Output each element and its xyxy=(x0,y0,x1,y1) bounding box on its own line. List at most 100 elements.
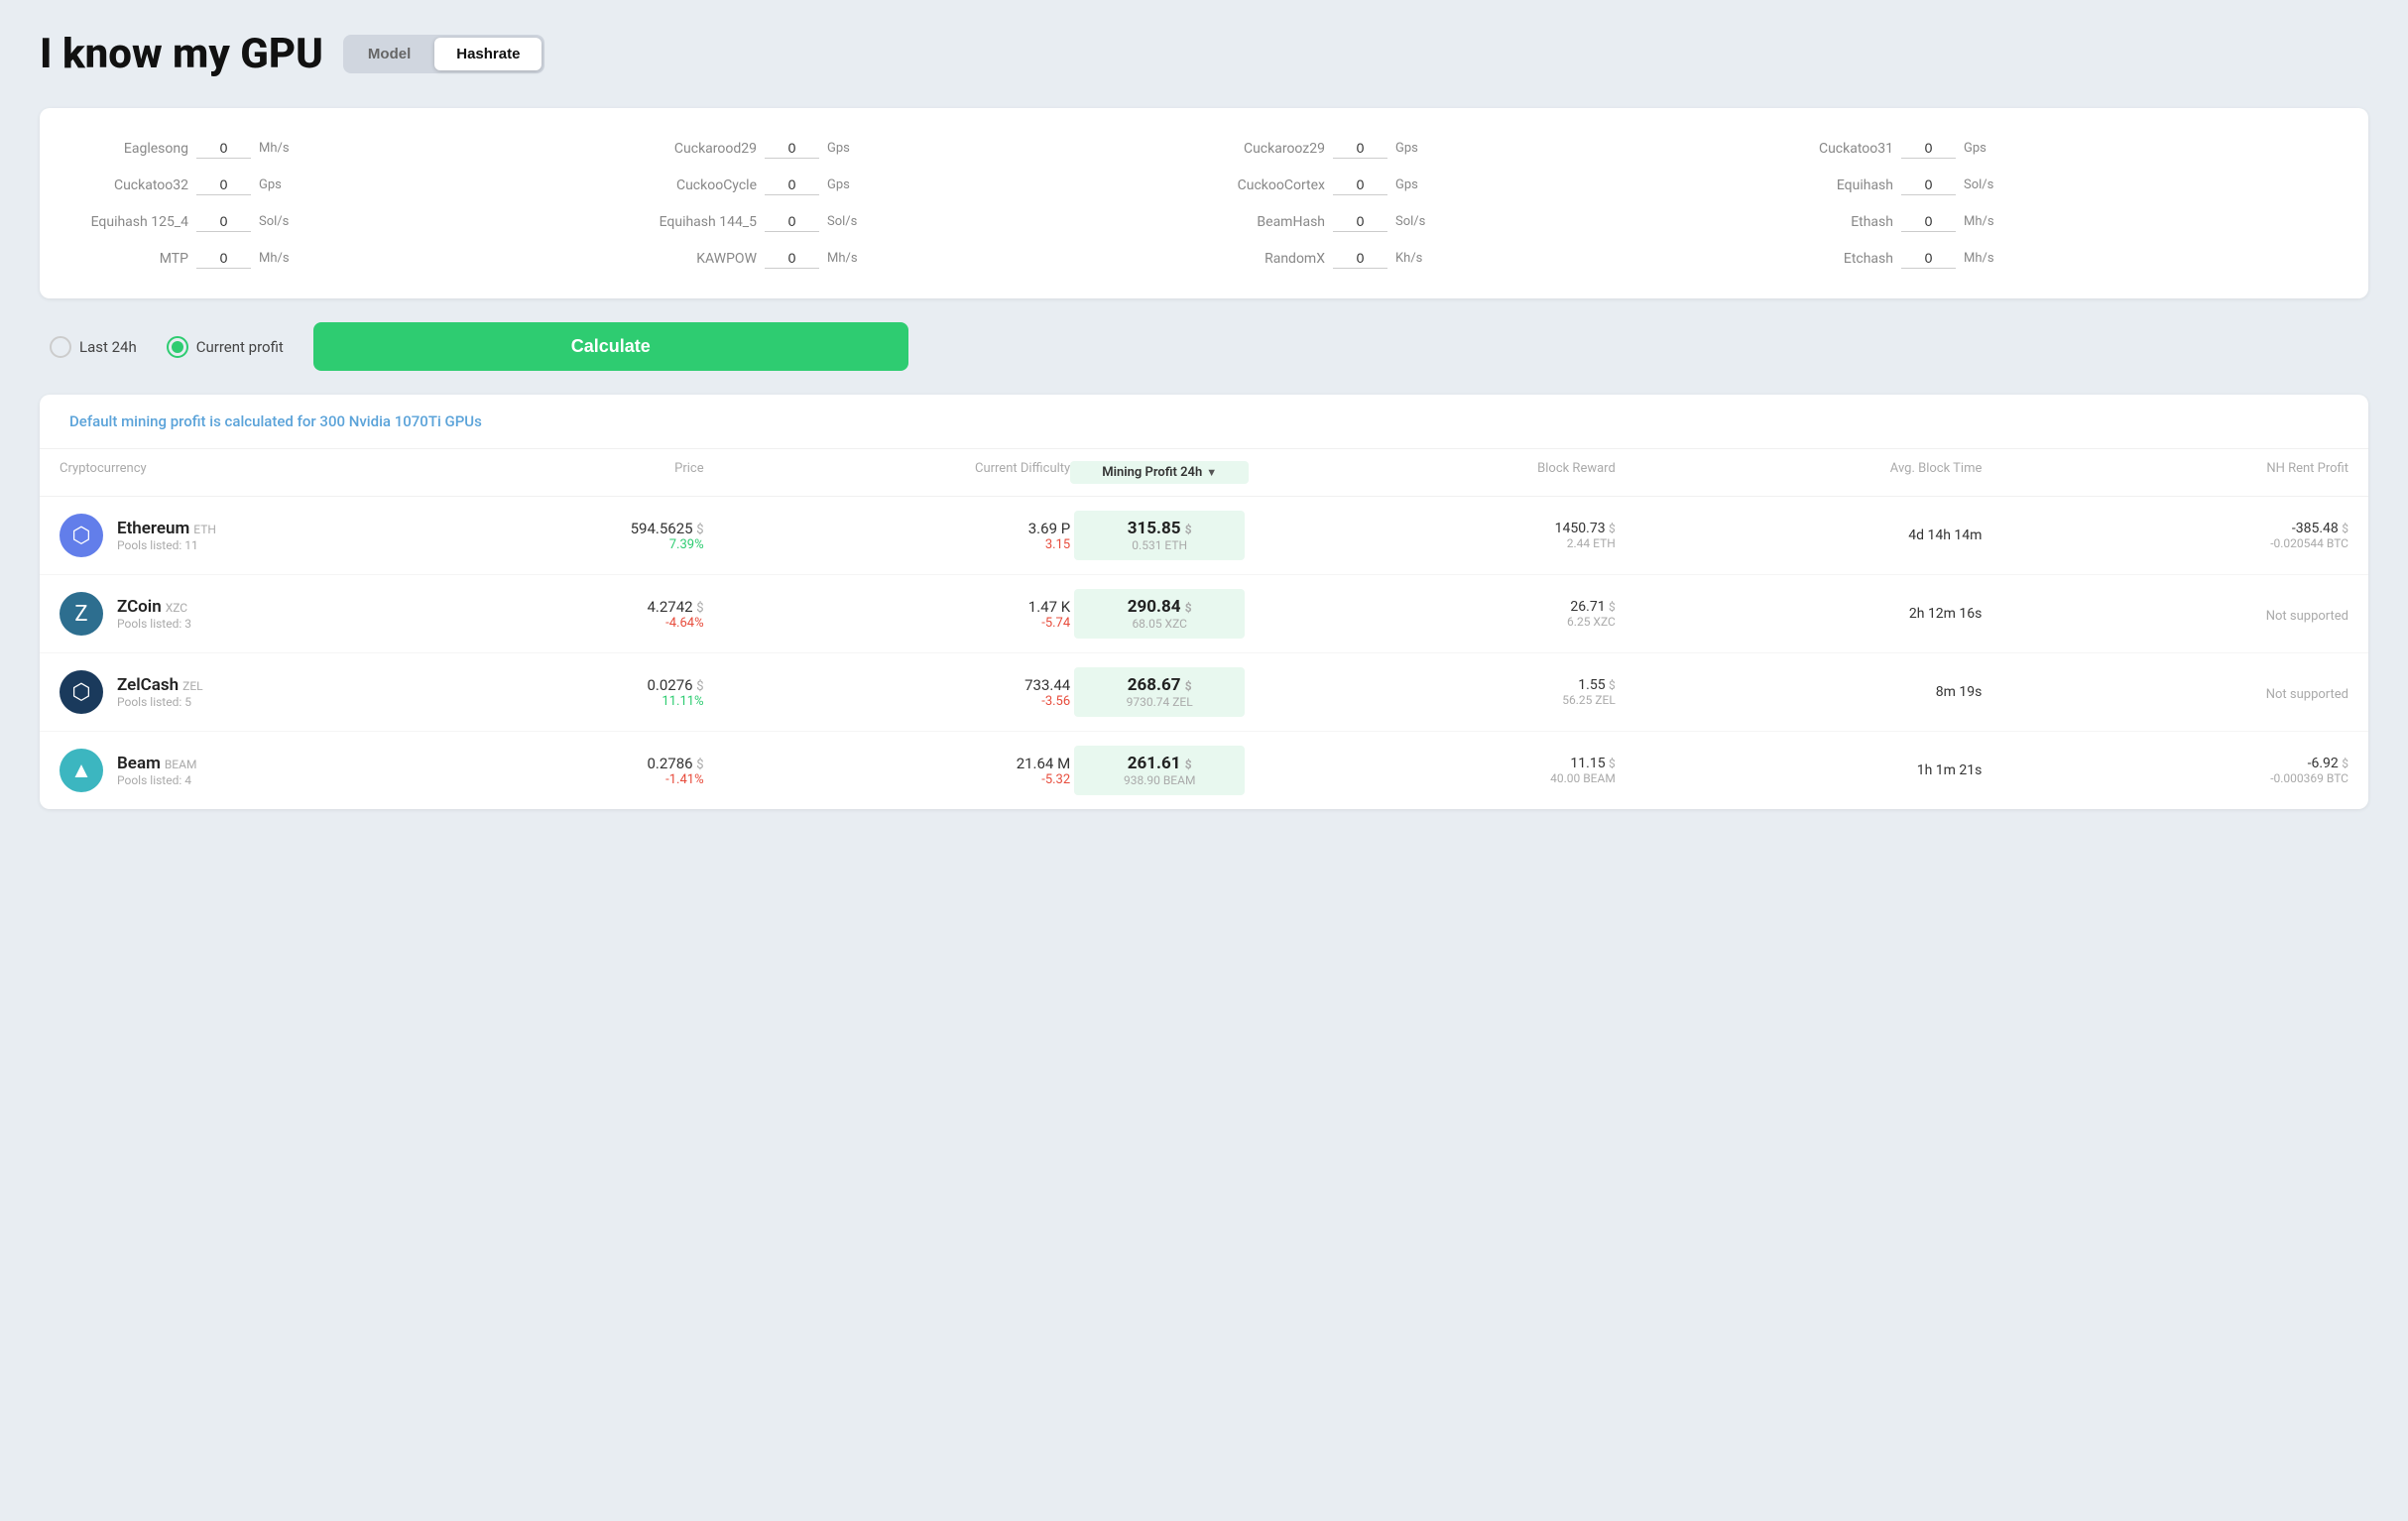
nh-sub-value: -0.020544 BTC xyxy=(1982,536,2348,550)
hashrate-label: Equihash 144_5 xyxy=(648,214,757,230)
hashrate-row: Cuckarood29 Gps xyxy=(648,138,1192,159)
hashrate-input[interactable] xyxy=(196,175,251,195)
hashrate-input[interactable] xyxy=(765,211,819,232)
nh-cell: -6.92 $ -0.000369 BTC xyxy=(1982,756,2348,785)
hashrate-input[interactable] xyxy=(1901,211,1956,232)
crypto-name: ZelCash ZEL xyxy=(117,675,203,695)
profit-sub: 9730.74 ZEL xyxy=(1084,695,1235,709)
table-row: Z ZCoin XZC Pools listed: 3 4.2742 $ -4.… xyxy=(40,575,2368,653)
hashrate-row: Cuckatoo31 Gps xyxy=(1784,138,2329,159)
hashrate-input[interactable] xyxy=(196,248,251,269)
header-difficulty: Current Difficulty xyxy=(704,461,1071,484)
header-profit[interactable]: Mining Profit 24h ▼ xyxy=(1070,461,1249,484)
hashrate-label: Etchash xyxy=(1784,251,1893,267)
hashrate-unit: Sol/s xyxy=(1395,214,1425,229)
price-cell: 0.0276 $ 11.11% xyxy=(337,676,704,709)
results-panel: Default mining profit is calculated for … xyxy=(40,395,2368,809)
block-time-cell: 4d 14h 14m xyxy=(1616,527,1983,543)
profit-sub: 68.05 XZC xyxy=(1084,617,1235,631)
hashrate-input[interactable] xyxy=(765,138,819,159)
hashrate-unit: Gps xyxy=(1395,141,1418,156)
model-mode-button[interactable]: Model xyxy=(346,38,432,70)
hashrate-input[interactable] xyxy=(1333,248,1387,269)
block-reward-cell: 1450.73 $ 2.44 ETH xyxy=(1249,521,1616,550)
diff-main: 1.47 K xyxy=(704,598,1071,616)
hashrate-input[interactable] xyxy=(196,138,251,159)
hashrate-mode-button[interactable]: Hashrate xyxy=(434,38,542,70)
hashrate-input[interactable] xyxy=(196,211,251,232)
price-pct: -1.41% xyxy=(337,772,704,787)
hashrate-unit: Gps xyxy=(827,177,850,192)
diff-change: -3.56 xyxy=(704,694,1071,709)
calculate-button[interactable]: Calculate xyxy=(313,322,908,371)
hashrate-row: CuckooCycle Gps xyxy=(648,175,1192,195)
profit-sub: 938.90 BEAM xyxy=(1084,773,1235,787)
current-profit-radio[interactable]: Current profit xyxy=(167,336,284,358)
profit-cell: 290.84 $ 68.05 XZC xyxy=(1074,589,1245,639)
hashrate-unit: Kh/s xyxy=(1395,251,1422,266)
hashrate-label: Eaglesong xyxy=(79,141,188,157)
difficulty-cell: 3.69 P 3.15 xyxy=(704,520,1071,552)
crypto-info: Ethereum ETH Pools listed: 11 xyxy=(117,519,216,552)
last24h-radio[interactable]: Last 24h xyxy=(50,336,137,358)
crypto-icon: ⬡ xyxy=(60,514,103,557)
current-profit-radio-circle xyxy=(167,336,188,358)
hashrate-row: RandomX Kh/s xyxy=(1216,248,1760,269)
nh-main-value: -385.48 $ xyxy=(1982,521,2348,536)
hashrate-label: CuckooCycle xyxy=(648,177,757,193)
nh-usd: $ xyxy=(2342,757,2348,770)
price-cell: 594.5625 $ 7.39% xyxy=(337,520,704,552)
hashrate-unit: Mh/s xyxy=(259,251,290,266)
difficulty-cell: 1.47 K -5.74 xyxy=(704,598,1071,631)
difficulty-cell: 733.44 -3.56 xyxy=(704,676,1071,709)
difficulty-cell: 21.64 M -5.32 xyxy=(704,755,1071,787)
hashrate-input[interactable] xyxy=(1333,138,1387,159)
crypto-info: ZCoin XZC Pools listed: 3 xyxy=(117,597,191,631)
pools-listed: Pools listed: 3 xyxy=(117,617,191,631)
nh-profit-cell: -385.48 $ -0.020544 BTC xyxy=(1982,521,2348,550)
hashrate-input[interactable] xyxy=(1901,138,1956,159)
hashrate-input[interactable] xyxy=(765,175,819,195)
sort-arrow: ▼ xyxy=(1206,466,1217,479)
table-row: ⬡ Ethereum ETH Pools listed: 11 594.5625… xyxy=(40,497,2368,575)
price-cell: 0.2786 $ -1.41% xyxy=(337,755,704,787)
hashrate-unit: Mh/s xyxy=(1964,251,1994,266)
crypto-cell: ⬡ ZelCash ZEL Pools listed: 5 xyxy=(60,670,337,714)
nh-sub-value: -0.000369 BTC xyxy=(1982,771,2348,785)
hashrate-label: Cuckarood29 xyxy=(648,141,757,157)
hashrate-row: Equihash 144_5 Sol/s xyxy=(648,211,1192,232)
hashrate-label: Equihash 125_4 xyxy=(79,214,188,230)
hashrate-input[interactable] xyxy=(765,248,819,269)
crypto-info: ZelCash ZEL Pools listed: 5 xyxy=(117,675,203,709)
hashrate-unit: Sol/s xyxy=(827,214,857,229)
profit-cell: 268.67 $ 9730.74 ZEL xyxy=(1074,667,1245,717)
hashrate-label: MTP xyxy=(79,251,188,267)
block-time-cell: 8m 19s xyxy=(1616,684,1983,700)
diff-main: 21.64 M xyxy=(704,755,1071,772)
hashrate-input[interactable] xyxy=(1333,175,1387,195)
hashrate-grid: Eaglesong Mh/s Cuckarood29 Gps Cuckarooz… xyxy=(79,138,2329,269)
crypto-info: Beam BEAM Pools listed: 4 xyxy=(117,754,196,787)
block-reward-sub: 2.44 ETH xyxy=(1249,536,1616,550)
hashrate-row: BeamHash Sol/s xyxy=(1216,211,1760,232)
price-main: 4.2742 $ xyxy=(337,598,704,616)
hashrate-input[interactable] xyxy=(1901,175,1956,195)
block-reward-cell: 1.55 $ 56.25 ZEL xyxy=(1249,677,1616,707)
diff-main: 733.44 xyxy=(704,676,1071,694)
hashrate-input[interactable] xyxy=(1333,211,1387,232)
pools-listed: Pools listed: 5 xyxy=(117,695,203,709)
block-reward-main: 11.15 $ xyxy=(1249,756,1616,771)
table-row: ⬡ ZelCash ZEL Pools listed: 5 0.0276 $ 1… xyxy=(40,653,2368,732)
block-reward-main: 1.55 $ xyxy=(1249,677,1616,693)
table-header: Cryptocurrency Price Current Difficulty … xyxy=(40,449,2368,497)
last24h-label: Last 24h xyxy=(79,338,137,356)
price-pct: 7.39% xyxy=(337,537,704,552)
profit-cell: 315.85 $ 0.531 ETH xyxy=(1074,511,1245,560)
hashrate-label: CuckooCortex xyxy=(1216,177,1325,193)
hashrate-row: KAWPOW Mh/s xyxy=(648,248,1192,269)
profit-main: 261.61 $ xyxy=(1084,754,1235,773)
diff-main: 3.69 P xyxy=(704,520,1071,537)
nh-usd: $ xyxy=(2342,522,2348,535)
hashrate-input[interactable] xyxy=(1901,248,1956,269)
header-block-time: Avg. Block Time xyxy=(1616,461,1983,484)
